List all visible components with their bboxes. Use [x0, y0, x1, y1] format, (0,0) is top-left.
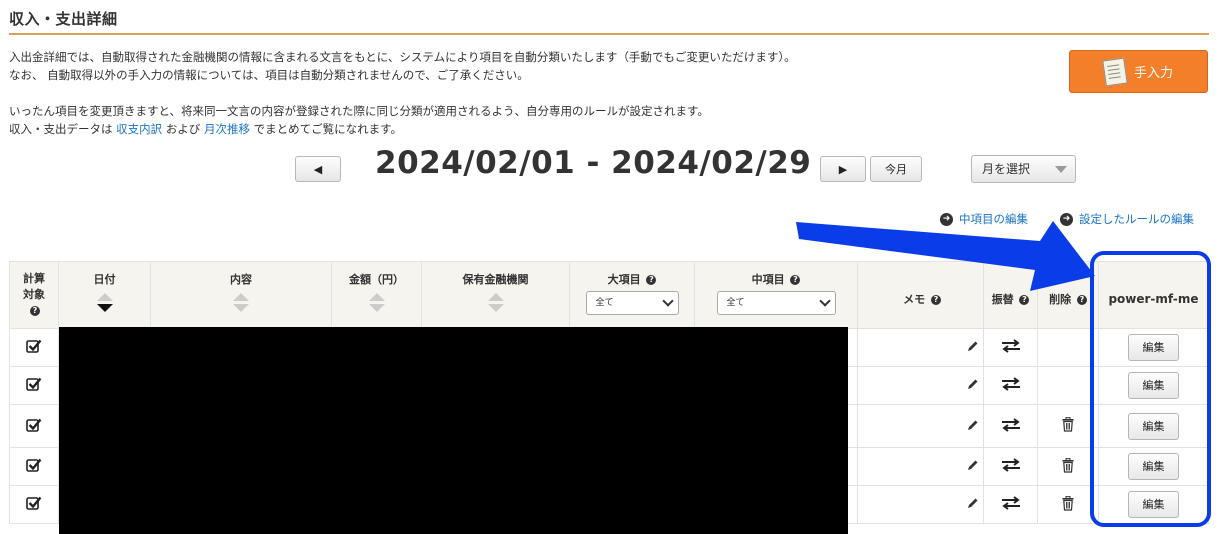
description-text: 収入・支出データは — [9, 122, 113, 136]
col-middle-label: 中項目 — [751, 273, 785, 286]
memo-cell — [857, 366, 984, 405]
sort-icon[interactable] — [368, 293, 385, 312]
checkbox-checked-icon[interactable] — [26, 458, 42, 475]
prev-month-button[interactable]: ◀ — [295, 156, 341, 182]
title-divider — [9, 33, 1209, 35]
annotation-arrow-icon — [796, 221, 1095, 291]
transfer-icon[interactable] — [1001, 417, 1021, 435]
transfer-cell — [983, 328, 1038, 367]
help-icon[interactable]: ? — [30, 306, 40, 316]
memo-cell — [857, 485, 984, 524]
this-month-button[interactable]: 今月 — [870, 156, 922, 182]
memo-cell — [857, 404, 984, 448]
col-date-label: 日付 — [93, 273, 116, 286]
annotation-highlight-box — [1090, 251, 1211, 527]
calc-target-cell — [9, 485, 59, 524]
calc-target-cell — [9, 328, 59, 367]
col-content[interactable]: 内容 — [150, 261, 332, 329]
major-category-select[interactable]: 全て — [585, 291, 679, 315]
col-amount[interactable]: 金額（円） — [331, 261, 422, 329]
trash-icon[interactable] — [1062, 495, 1074, 514]
month-select[interactable]: 月を選択 — [971, 155, 1076, 183]
next-month-button[interactable]: ▶ — [820, 156, 866, 182]
checkbox-checked-icon[interactable] — [26, 377, 42, 394]
transfer-cell — [983, 447, 1038, 486]
calc-target-cell — [9, 404, 59, 448]
col-amount-label: 金額（円） — [349, 273, 404, 286]
col-date[interactable]: 日付 — [58, 261, 151, 329]
memo-cell — [857, 328, 984, 367]
pencil-icon[interactable] — [967, 420, 979, 434]
transfer-icon[interactable] — [1001, 339, 1021, 356]
sort-icon[interactable] — [96, 293, 113, 312]
memo-cell — [857, 447, 984, 486]
col-calc-target[interactable]: 計算対象 ? — [9, 261, 59, 329]
calc-target-cell — [9, 447, 59, 486]
manual-input-button[interactable]: 手入力 — [1069, 50, 1208, 93]
notepad-icon — [1102, 57, 1128, 86]
pencil-icon[interactable] — [967, 498, 979, 512]
col-content-label: 内容 — [230, 273, 252, 286]
checkbox-checked-icon[interactable] — [26, 339, 42, 356]
pencil-icon[interactable] — [967, 379, 979, 393]
income-breakdown-link[interactable]: 収支内訳 — [116, 122, 162, 136]
trash-icon[interactable] — [1062, 457, 1074, 476]
trash-icon[interactable] — [1062, 416, 1074, 435]
checkbox-checked-icon[interactable] — [26, 496, 42, 513]
description-text: でまとめてご覧になれます。 — [253, 122, 402, 136]
transfer-cell — [983, 485, 1038, 524]
col-calc-target-label: 計算対象 — [23, 272, 45, 301]
col-institution-label: 保有金融機関 — [462, 273, 529, 286]
help-icon[interactable]: ? — [646, 275, 657, 285]
monthly-trend-link[interactable]: 月次推移 — [204, 122, 250, 136]
redacted-area — [59, 327, 848, 534]
pencil-icon[interactable] — [967, 460, 979, 474]
transfer-icon[interactable] — [1001, 458, 1021, 475]
month-select-label: 月を選択 — [982, 162, 1031, 176]
transfer-cell — [983, 366, 1038, 405]
middle-category-select-value: 全て — [726, 298, 745, 308]
pencil-icon[interactable] — [967, 341, 979, 355]
checkbox-checked-icon[interactable] — [26, 418, 42, 435]
calc-target-cell — [9, 366, 59, 405]
chevron-down-icon — [661, 295, 674, 307]
description-line-4: 収入・支出データは 収支内訳 および 月次推移 でまとめてご覧になれます。 — [9, 120, 402, 138]
left-arrow-icon: ◀ — [313, 162, 323, 176]
col-institution[interactable]: 保有金融機関 — [421, 261, 570, 329]
description-text: および — [165, 122, 201, 136]
dropdown-caret-icon — [1055, 166, 1067, 173]
description-line-3: いったん項目を変更頂きますと、将来同一文言の内容が登録された際に同じ分類が適用さ… — [9, 104, 709, 118]
col-major: 大項目 ? 全て — [569, 261, 695, 329]
description-line-2: なお、 自動取得以外の手入力の情報については、項目は自動分類されませんので、ご了… — [9, 68, 529, 82]
transfer-cell — [983, 404, 1038, 448]
transfer-icon[interactable] — [1001, 496, 1021, 513]
manual-input-label: 手入力 — [1133, 66, 1173, 81]
right-arrow-icon: ▶ — [838, 162, 848, 176]
date-range: 2024/02/01 - 2024/02/29 — [375, 145, 812, 181]
description-line-1: 入出金詳細では、自動取得された金融機関の情報に含まれる文言をもとに、システムによ… — [9, 50, 796, 64]
sort-icon[interactable] — [487, 293, 504, 312]
col-major-label: 大項目 — [607, 273, 641, 286]
major-category-select-value: 全て — [595, 298, 614, 308]
sort-icon[interactable] — [233, 293, 249, 312]
transfer-icon[interactable] — [1001, 377, 1021, 394]
page-title: 収入・支出詳細 — [9, 10, 118, 28]
